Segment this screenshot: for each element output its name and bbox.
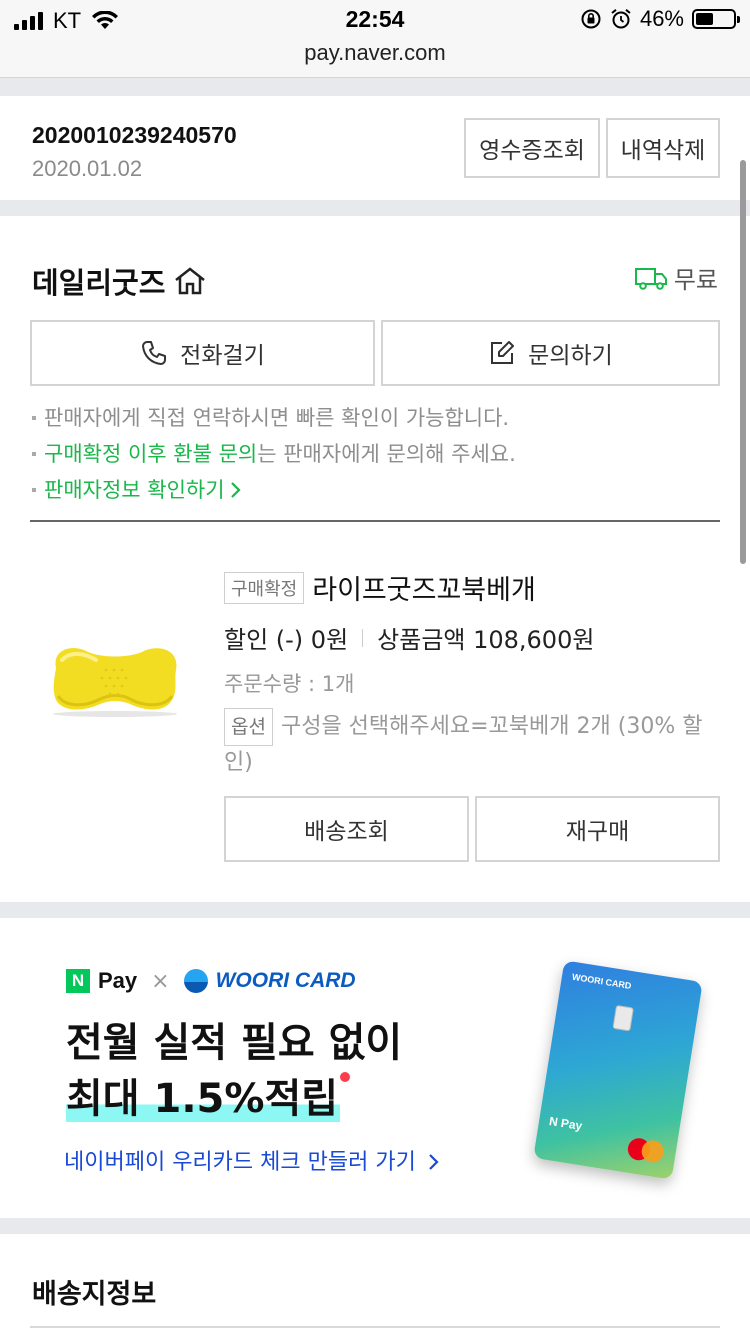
battery-level bbox=[696, 13, 713, 25]
seller-notes: 판매자에게 직접 연락하시면 빠른 확인이 가능합니다. 구매확정 이후 환불 … bbox=[32, 400, 516, 508]
times-sign: × bbox=[151, 968, 170, 994]
promo-link[interactable]: 네이버페이 우리카드 체크 만들러 가기 bbox=[64, 1144, 441, 1176]
promo-banner[interactable]: N Pay × WOORI CARD 전월 실적 필요 없이 최대 1.5%적립… bbox=[0, 918, 750, 1218]
shipping-info: 무료 bbox=[634, 260, 718, 295]
shipping-fee: 무료 bbox=[673, 266, 718, 294]
phone-icon bbox=[142, 341, 167, 365]
refund-highlight: 구매확정 이후 환불 문의 bbox=[44, 442, 258, 466]
inquiry-button-label: 문의하기 bbox=[528, 343, 613, 369]
delivery-title: 배송지정보 bbox=[32, 1279, 157, 1310]
card-brand-label: WOORI CARD bbox=[571, 971, 633, 991]
purchase-confirmed-badge: 구매확정 bbox=[224, 571, 305, 604]
url-bar[interactable]: pay.naver.com bbox=[0, 40, 750, 66]
home-icon bbox=[175, 267, 206, 295]
card-chip-icon bbox=[612, 1004, 634, 1032]
promo-brand-row: N Pay × WOORI CARD bbox=[66, 968, 356, 994]
promo-subheadline: 최대 1.5%적립 bbox=[66, 1066, 351, 1124]
orientation-lock-icon bbox=[581, 9, 601, 29]
product-name: 라이프굿즈꼬북베개 bbox=[312, 575, 536, 606]
npay-label: Pay bbox=[98, 968, 138, 993]
seller-card: 데일리굿즈 무료 전화걸기 문의하기 판매자에게 직접 연락하시면 빠른 확인이… bbox=[0, 216, 750, 902]
promo-rate: 1.5%적립 bbox=[153, 1076, 339, 1122]
option-badge: 옵션 bbox=[224, 708, 273, 746]
order-number: 2020010239240570 bbox=[32, 122, 237, 148]
product-amount: 상품금액 108,600원 bbox=[377, 626, 595, 654]
red-dot-icon bbox=[340, 1072, 351, 1082]
receipt-button[interactable]: 영수증조회 bbox=[464, 118, 600, 178]
alarm-icon bbox=[611, 9, 631, 29]
woori-card-image: WOORI CARD N Pay bbox=[533, 960, 703, 1180]
chevron-right-icon bbox=[429, 1154, 439, 1170]
order-date: 2020.01.02 bbox=[32, 156, 143, 181]
seller-info-link-label: 판매자정보 확인하기 bbox=[44, 478, 225, 502]
status-bar: KT 22:54 46% pay.naver.com bbox=[0, 0, 750, 78]
product-image[interactable] bbox=[46, 638, 184, 718]
woori-card-label: WOORI CARD bbox=[215, 969, 356, 992]
battery-percent: 46% bbox=[639, 6, 684, 31]
reorder-button[interactable]: 재구매 bbox=[475, 796, 720, 862]
promo-headline: 전월 실적 필요 없이 bbox=[66, 1020, 403, 1066]
delivery-divider bbox=[30, 1326, 720, 1328]
inquiry-button[interactable]: 문의하기 bbox=[381, 320, 720, 386]
seller-name-row[interactable]: 데일리굿즈 bbox=[32, 260, 207, 302]
track-delivery-button[interactable]: 배송조회 bbox=[224, 796, 469, 862]
edit-icon bbox=[491, 341, 515, 364]
price-row: 할인 (-) 0원 상품금액 108,600원 bbox=[224, 620, 594, 655]
discount-amount: 할인 (-) 0원 bbox=[224, 626, 349, 654]
promo-link-label: 네이버페이 우리카드 체크 만들러 가기 bbox=[64, 1150, 416, 1175]
seller-info-link[interactable]: 판매자정보 확인하기 bbox=[32, 472, 516, 508]
note-direct-contact: 판매자에게 직접 연락하시면 빠른 확인이 가능합니다. bbox=[32, 400, 516, 436]
card-npay-label: N Pay bbox=[548, 1113, 584, 1133]
order-quantity: 주문수량 : 1개 bbox=[224, 672, 355, 696]
seller-name: 데일리굿즈 bbox=[32, 266, 166, 300]
battery-icon bbox=[692, 9, 740, 29]
scrollbar[interactable] bbox=[740, 160, 746, 564]
option-row: 옵션 구성을 선택해주세요=꼬북베개 2개 (30% 할인) bbox=[224, 708, 724, 780]
npay-logo-icon: N bbox=[66, 969, 90, 993]
delete-history-button[interactable]: 내역삭제 bbox=[606, 118, 720, 178]
product-row: 구매확정 라이프굿즈꼬북베개 할인 (-) 0원 상품금액 108,600원 주… bbox=[0, 520, 750, 902]
order-header: 2020010239240570 2020.01.02 영수증조회 내역삭제 bbox=[0, 96, 750, 200]
status-right: 46% bbox=[580, 6, 740, 32]
truck-icon bbox=[634, 267, 667, 290]
option-text: 구성을 선택해주세요=꼬북베개 2개 (30% 할인) bbox=[224, 714, 703, 775]
woori-logo-icon bbox=[183, 969, 208, 993]
delivery-section: 배송지정보 bbox=[0, 1234, 750, 1334]
note-refund: 구매확정 이후 환불 문의 는 판매자에게 문의해 주세요. bbox=[32, 436, 516, 472]
call-button[interactable]: 전화걸기 bbox=[30, 320, 375, 386]
product-name-row[interactable]: 구매확정 라이프굿즈꼬북베개 bbox=[224, 568, 536, 607]
chevron-right-icon bbox=[230, 482, 241, 498]
call-button-label: 전화걸기 bbox=[180, 343, 265, 369]
